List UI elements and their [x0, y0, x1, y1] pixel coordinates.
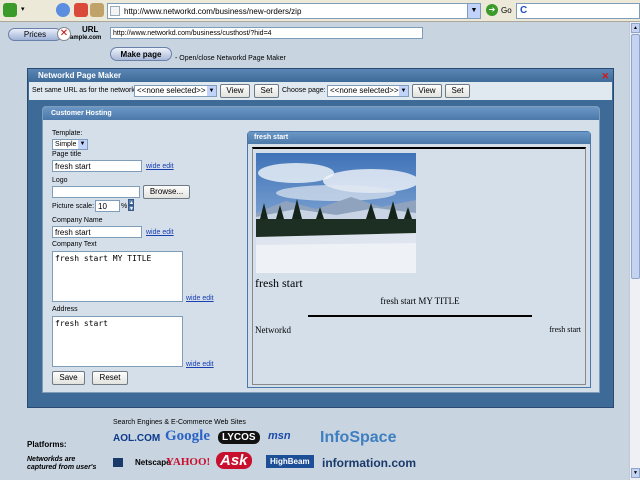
page-title-wide-edit-link[interactable]: wide edit: [146, 163, 174, 170]
platforms-label: Platforms:: [27, 440, 67, 449]
picture-scale-stepper[interactable]: ▲ ▼: [128, 199, 134, 212]
close-icon[interactable]: ✕: [57, 27, 71, 41]
logo-input[interactable]: [52, 186, 140, 198]
chevron-down-icon: ▼: [207, 86, 216, 96]
infospace-logo[interactable]: InfoSpace: [320, 429, 396, 447]
search-engine-icon: C: [520, 5, 528, 16]
picture-scale-label: Picture scale:: [52, 203, 95, 210]
page-maker-panel: Networkd Page Maker ✕ Set same URL as fo…: [27, 68, 614, 408]
vertical-scrollbar[interactable]: ▲ ▼: [629, 22, 640, 480]
same-url-label: Set same URL as for the networkd:: [32, 87, 141, 94]
google-logo[interactable]: Google: [165, 428, 210, 445]
address-label: Address: [52, 306, 78, 313]
page-title-input[interactable]: fresh start: [52, 160, 142, 172]
go-arrow-icon: ➔: [486, 4, 498, 16]
network-select[interactable]: <<none selected>> ▼: [134, 85, 217, 97]
company-name-wide-edit-link[interactable]: wide edit: [146, 229, 174, 236]
platforms-note: Networkds are captured from user's: [27, 456, 96, 472]
address-textarea[interactable]: fresh start: [52, 316, 183, 367]
network-select-value: <<none selected>>: [137, 86, 206, 95]
go-button[interactable]: ➔ Go: [486, 4, 516, 18]
platforms-note-line-2: captured from user's: [27, 464, 97, 471]
scroll-down-icon[interactable]: ▼: [631, 468, 640, 478]
set-network-button[interactable]: Set: [254, 84, 279, 98]
template-select-value: Simple: [55, 141, 77, 148]
view-page-button[interactable]: View: [412, 84, 442, 98]
back-icon[interactable]: [3, 3, 17, 17]
browser-toolbar: ▾ http://www.networkd.com/business/new-o…: [0, 0, 640, 22]
reset-button[interactable]: Reset: [92, 371, 128, 385]
ask-logo[interactable]: Ask: [216, 452, 252, 469]
stepper-up-icon[interactable]: ▲: [128, 199, 134, 206]
view-network-button[interactable]: View: [220, 84, 250, 98]
aol-logo[interactable]: AOL.COM: [113, 433, 160, 444]
set-page-button[interactable]: Set: [445, 84, 470, 98]
snow-landscape-image: [256, 153, 416, 273]
address-wide-edit-link[interactable]: wide edit: [186, 361, 214, 368]
preview-canvas: fresh start fresh start MY TITLE Network…: [252, 147, 586, 385]
page-maker-toolbar: Set same URL as for the networkd: <<none…: [29, 82, 612, 100]
preview-title: fresh start: [248, 132, 590, 144]
chevron-down-icon: ▼: [78, 140, 87, 149]
preview-divider: [308, 315, 532, 317]
page-title-label: Page title: [52, 151, 82, 158]
make-page-help: - Open/close Networkd Page Maker: [175, 55, 286, 62]
save-button[interactable]: Save: [52, 371, 85, 385]
address-dropdown-icon[interactable]: ▼: [467, 4, 480, 18]
page-select-value: <<none selected>>: [330, 86, 399, 95]
search-input[interactable]: C: [516, 3, 640, 19]
company-text-label: Company Text: [52, 241, 97, 248]
stepper-down-icon[interactable]: ▼: [128, 205, 134, 212]
customer-hosting-panel: Customer Hosting Template: Simple ▼ Page…: [42, 106, 600, 393]
forward-icon[interactable]: ▾: [21, 3, 29, 17]
page-icon: [110, 6, 120, 16]
preview-company-text: fresh start MY TITLE: [380, 296, 460, 306]
home-icon[interactable]: [90, 3, 104, 17]
page-select[interactable]: <<none selected>> ▼: [327, 85, 409, 97]
company-name-label: Company Name: [52, 217, 103, 224]
stop-icon[interactable]: [74, 3, 88, 17]
page-maker-title: Networkd Page Maker ✕: [28, 69, 613, 82]
page-maker-title-text: Networkd Page Maker: [38, 71, 122, 80]
address-bar[interactable]: http://www.networkd.com/business/new-ord…: [107, 3, 481, 19]
refresh-icon[interactable]: [56, 3, 70, 17]
lycos-logo[interactable]: LYCOS: [218, 431, 260, 444]
company-text-textarea[interactable]: fresh start MY TITLE: [52, 251, 183, 302]
preview-company: Networkd: [255, 325, 291, 335]
yahoo-logo[interactable]: YAHOO!: [166, 456, 210, 468]
url-label-text: URL: [82, 25, 99, 34]
msn-logo[interactable]: msn: [268, 430, 291, 442]
choose-page-label: Choose page:: [282, 87, 326, 94]
preview-page-name: fresh start: [255, 276, 303, 290]
information-logo[interactable]: information.com: [322, 456, 416, 470]
preview-address: fresh start: [549, 325, 581, 334]
picture-scale-input[interactable]: 10: [95, 200, 120, 212]
url-label: URL ample.com: [70, 26, 101, 42]
percent-label: %: [121, 203, 128, 210]
template-label: Template:: [52, 130, 83, 137]
footer-title: Search Engines & E-Commerce Web Sites: [113, 419, 246, 426]
scroll-thumb[interactable]: [631, 34, 640, 279]
logo-label: Logo: [52, 177, 68, 184]
company-text-wide-edit-link[interactable]: wide edit: [186, 295, 214, 302]
netscape-logo[interactable]: Netscape: [113, 458, 171, 467]
prices-button[interactable]: Prices: [8, 28, 62, 41]
scroll-up-icon[interactable]: ▲: [631, 23, 640, 33]
browse-button[interactable]: Browse...: [143, 185, 190, 199]
chevron-down-icon: ▼: [399, 86, 408, 96]
preview-panel: fresh start fresh start fresh start MY T…: [247, 131, 591, 388]
template-select[interactable]: Simple ▼: [52, 139, 88, 150]
go-label: Go: [501, 6, 512, 15]
preview-photo: [256, 153, 416, 273]
url-input[interactable]: http://www.networkd.com/business/custhos…: [110, 27, 423, 39]
url-sublabel: ample.com: [70, 35, 102, 41]
address-text: http://www.networkd.com/business/new-ord…: [124, 7, 302, 16]
customer-hosting-title: Customer Hosting: [43, 107, 599, 120]
platforms-note-line-1: Networkds are: [27, 456, 76, 463]
highbeam-logo[interactable]: HighBeam: [266, 455, 314, 468]
make-page-button[interactable]: Make page: [110, 47, 172, 61]
company-name-input[interactable]: fresh start: [52, 226, 142, 238]
